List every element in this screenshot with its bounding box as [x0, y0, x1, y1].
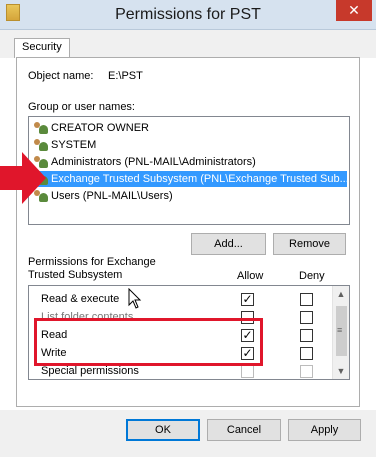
object-name-row: Object name: E:\PST [28, 70, 143, 82]
scroll-down-icon[interactable]: ▼ [333, 363, 349, 379]
read-write-highlight [34, 318, 263, 366]
permissions-label-line2: Trusted Subsystem [28, 269, 123, 281]
object-name-value: E:\PST [108, 70, 143, 82]
add-button[interactable]: Add... [191, 233, 266, 255]
permission-name: Special permissions [41, 365, 139, 377]
scroll-thumb[interactable]: ≡ [336, 306, 347, 356]
apply-button[interactable]: Apply [288, 419, 361, 441]
user-item-exchange-trusted-subsystem[interactable]: Exchange Trusted Subsystem (PNL\Exchange… [33, 171, 349, 187]
user-item-system[interactable]: SYSTEM [33, 137, 96, 153]
permissions-scrollbar[interactable]: ▲ ≡ ▼ [332, 286, 349, 379]
tab-security[interactable]: Security [14, 38, 70, 58]
mouse-cursor-icon [128, 288, 142, 309]
cancel-button[interactable]: Cancel [207, 419, 281, 441]
deny-checkbox-read[interactable] [300, 329, 313, 342]
deny-checkbox-read-execute[interactable] [300, 293, 313, 306]
group-list-label: Group or user names: [28, 101, 135, 113]
user-item-administrators[interactable]: Administrators (PNL-MAIL\Administrators) [33, 154, 256, 170]
allow-checkbox-read-execute[interactable]: ✓ [241, 293, 254, 306]
users-icon [33, 137, 49, 151]
grip-icon: ≡ [337, 325, 343, 335]
user-name: SYSTEM [51, 139, 97, 151]
deny-checkbox-special [300, 365, 313, 378]
window-title: Permissions for PST [115, 6, 261, 23]
user-name: CREATOR OWNER [51, 122, 149, 134]
user-list[interactable]: CREATOR OWNER SYSTEM Administrators (PNL… [28, 116, 350, 225]
permission-name: Read & execute [41, 293, 120, 305]
permissions-label-line1: Permissions for Exchange [28, 256, 156, 268]
user-item-users[interactable]: Users (PNL-MAIL\Users) [33, 188, 173, 204]
deny-checkbox-list-folder[interactable] [300, 311, 313, 324]
title-bar: Permissions for PST ✕ [0, 0, 376, 30]
allow-checkbox-special [241, 365, 254, 378]
red-arrow-icon [0, 152, 46, 204]
users-icon [33, 120, 49, 134]
tab-strip: Security [0, 30, 376, 58]
permissions-label: Permissions for Exchange Trusted Subsyst… [28, 256, 178, 282]
remove-button[interactable]: Remove [273, 233, 346, 255]
scroll-up-icon[interactable]: ▲ [333, 286, 349, 302]
deny-header: Deny [299, 270, 325, 282]
user-item-creator-owner[interactable]: CREATOR OWNER [33, 120, 149, 136]
deny-checkbox-write[interactable] [300, 347, 313, 360]
ok-button[interactable]: OK [126, 419, 200, 441]
close-button[interactable]: ✕ [336, 0, 372, 21]
user-name: Administrators (PNL-MAIL\Administrators) [51, 156, 256, 168]
allow-header: Allow [237, 270, 264, 282]
user-name: Exchange Trusted Subsystem (PNL\Exchange… [51, 173, 349, 185]
user-name: Users (PNL-MAIL\Users) [51, 190, 173, 202]
object-name-label: Object name: [28, 70, 94, 82]
